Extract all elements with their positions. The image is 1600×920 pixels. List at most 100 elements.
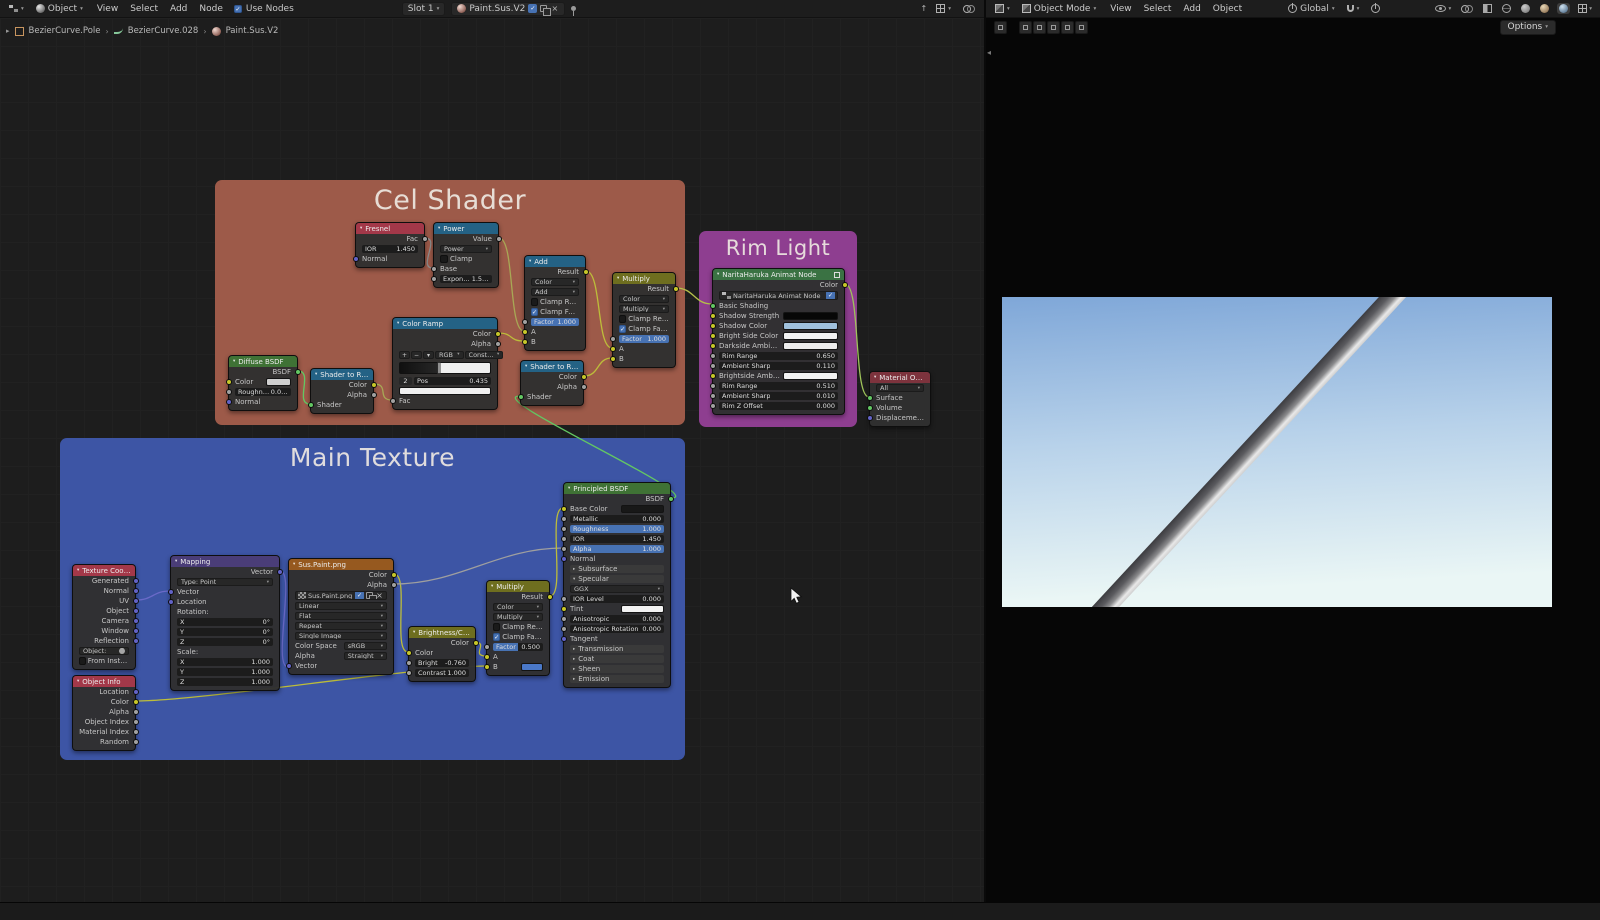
select-single-image[interactable]: Single Image▾ <box>295 632 387 640</box>
node-image-texture[interactable]: ▾Sus.Paint.pngColorAlphaSus.Paint.png✓×L… <box>288 558 394 675</box>
input-socket[interactable] <box>710 343 716 349</box>
shader-menu-select[interactable]: Select <box>125 3 163 15</box>
input-socket[interactable] <box>867 395 873 401</box>
shading-solid-button[interactable] <box>1519 3 1532 14</box>
node-header[interactable]: ▾NaritaHaruka Animat Node <box>713 269 844 280</box>
overlays-toggle[interactable] <box>1459 3 1475 14</box>
input-socket[interactable] <box>484 664 490 670</box>
value-factor[interactable]: Factor1.000 <box>531 318 579 326</box>
fake-user-icon[interactable]: ✓ <box>528 4 537 13</box>
input-socket[interactable] <box>561 526 567 532</box>
select-color[interactable]: Color▾ <box>531 278 579 286</box>
input-socket[interactable] <box>710 393 716 399</box>
node-header[interactable]: ▾Shader to RGB <box>311 369 373 380</box>
select-srgb[interactable]: sRGB▾ <box>344 642 387 650</box>
ramp-color-mode[interactable]: RGB▾ <box>435 351 464 359</box>
shader-menu-node[interactable]: Node <box>194 3 228 15</box>
node-color-ramp[interactable]: ▾Color RampColorAlpha+−▾RGB▾Consta...▾2P… <box>392 317 498 410</box>
section-subsurface[interactable]: ▸Subsurface <box>570 565 664 574</box>
output-socket[interactable] <box>581 374 587 380</box>
input-socket[interactable] <box>561 616 567 622</box>
input-socket[interactable] <box>710 313 716 319</box>
value-ambient-sharp[interactable]: Ambient Sharp0.010 <box>719 392 838 400</box>
ramp-interpolation[interactable]: Consta...▾ <box>465 351 504 359</box>
collapse-icon[interactable]: ▾ <box>293 562 295 567</box>
color-swatch[interactable] <box>399 387 491 395</box>
input-socket[interactable] <box>522 329 528 335</box>
image-selector[interactable]: Sus.Paint.png✓× <box>295 591 387 600</box>
checkbox-icon[interactable] <box>531 298 538 306</box>
input-socket[interactable] <box>610 336 616 342</box>
node-rim-group[interactable]: ▾NaritaHaruka Animat NodeColorNaritaHaru… <box>712 268 845 415</box>
output-socket[interactable] <box>133 638 139 644</box>
select-flat[interactable]: Flat▾ <box>295 612 387 620</box>
proportional-editing-toggle[interactable] <box>1368 3 1383 14</box>
input-socket[interactable] <box>710 353 716 359</box>
input-socket[interactable] <box>561 506 567 512</box>
select-add[interactable]: Add▾ <box>531 288 579 296</box>
section-specular[interactable]: ▾Specular <box>570 575 664 584</box>
value-x[interactable]: X0° <box>177 618 273 626</box>
mode-selector[interactable]: Object Mode ▾ <box>1019 3 1099 15</box>
input-socket[interactable] <box>710 323 716 329</box>
gizmos-dropdown[interactable]: ▾ <box>1576 3 1594 14</box>
input-socket[interactable] <box>710 333 716 339</box>
select-straight[interactable]: Straight▾ <box>344 652 387 660</box>
transform-orientation-selector[interactable]: Global ▾ <box>1285 3 1337 15</box>
viewport-menu-select[interactable]: Select <box>1139 3 1177 15</box>
collapse-icon[interactable]: ▾ <box>397 321 399 326</box>
fake-user-icon[interactable]: ✓ <box>355 591 364 600</box>
tool-option-button[interactable] <box>1047 21 1060 34</box>
input-socket[interactable] <box>710 303 716 309</box>
position-value[interactable]: Pos0.435 <box>414 377 491 385</box>
eyedropper-icon[interactable] <box>118 647 126 655</box>
value-roughness[interactable]: Roughness1.000 <box>570 525 664 533</box>
checkbox-icon[interactable] <box>440 255 448 263</box>
input-socket[interactable] <box>561 596 567 602</box>
input-socket[interactable] <box>226 399 232 405</box>
select-type[interactable]: Type:Point▾ <box>177 578 273 586</box>
select-color[interactable]: Color▾ <box>493 603 543 611</box>
input-socket[interactable] <box>226 389 232 395</box>
input-socket[interactable] <box>484 644 490 650</box>
node-shader-to-rgb-1[interactable]: ▾Shader to RGBColorAlphaShader <box>310 368 374 414</box>
editor-type-button[interactable]: ▾ <box>992 3 1013 14</box>
output-socket[interactable] <box>133 588 139 594</box>
collapse-icon[interactable]: ▾ <box>525 364 527 369</box>
value-rim-range[interactable]: Rim Range0.650 <box>719 352 838 360</box>
output-socket[interactable] <box>277 569 283 575</box>
output-socket[interactable] <box>133 739 139 745</box>
checkbox-icon[interactable]: ✓ <box>493 633 500 641</box>
node-header[interactable]: ▾Multiply <box>613 273 675 284</box>
input-socket[interactable] <box>308 402 314 408</box>
input-socket[interactable] <box>390 398 396 404</box>
input-socket[interactable] <box>561 636 567 642</box>
value-metallic[interactable]: Metallic0.000 <box>570 515 664 523</box>
viewport-menu-object[interactable]: Object <box>1208 3 1247 15</box>
material-selector[interactable]: Paint.Sus.V2 ✓ × <box>451 2 565 16</box>
output-socket[interactable] <box>371 382 377 388</box>
node-group-selector[interactable]: NaritaHaruka Animat Node✓ <box>719 291 838 300</box>
value-ior[interactable]: IOR1.450 <box>362 245 418 253</box>
value-z[interactable]: Z1.000 <box>177 678 273 686</box>
output-socket[interactable] <box>673 286 679 292</box>
select-linear[interactable]: Linear▾ <box>295 602 387 610</box>
tool-option-button[interactable] <box>1033 21 1046 34</box>
input-socket[interactable] <box>867 405 873 411</box>
tool-option-button[interactable] <box>1075 21 1088 34</box>
value-rim-range[interactable]: Rim Range0.510 <box>719 382 838 390</box>
input-socket[interactable] <box>610 346 616 352</box>
select-power[interactable]: Power▾ <box>440 245 492 253</box>
output-socket[interactable] <box>133 578 139 584</box>
value-factor[interactable]: Factor1.000 <box>619 335 669 343</box>
collapse-icon[interactable]: ▾ <box>438 226 440 231</box>
unlink-material-icon[interactable]: × <box>550 4 559 13</box>
node-header[interactable]: ▾Sus.Paint.png <box>289 559 393 570</box>
section-coat[interactable]: ▸Coat <box>570 655 664 664</box>
stop-index-field[interactable]: 2 <box>399 377 412 385</box>
output-socket[interactable] <box>496 236 502 242</box>
shader-menu-add[interactable]: Add <box>165 3 192 15</box>
select-multiply[interactable]: Multiply▾ <box>619 305 669 313</box>
pin-icon[interactable] <box>571 6 576 11</box>
value-ior[interactable]: IOR1.450 <box>570 535 664 543</box>
